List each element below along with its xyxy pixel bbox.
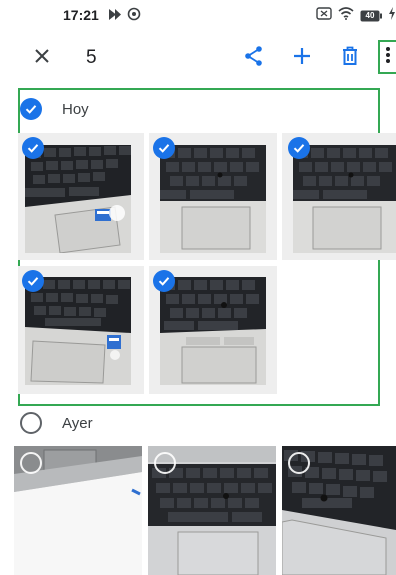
section-label: Hoy <box>62 100 89 118</box>
share-icon <box>244 45 264 72</box>
share-button[interactable] <box>240 44 268 72</box>
photo-tile[interactable] <box>18 266 144 394</box>
section-select-circle[interactable] <box>20 412 42 434</box>
add-icon <box>292 46 312 71</box>
photo-select-circle[interactable] <box>154 452 176 474</box>
status-time: 17:21 <box>63 7 99 23</box>
photo-select-check[interactable] <box>153 137 175 159</box>
section-header-today[interactable]: Hoy <box>20 97 89 121</box>
close-button[interactable] <box>28 44 56 72</box>
add-button[interactable] <box>288 44 316 72</box>
selected-count: 5 <box>86 47 97 68</box>
photo-tile[interactable] <box>149 133 277 260</box>
more-vertical-icon <box>385 46 391 69</box>
close-icon <box>34 48 50 69</box>
more-options-button[interactable] <box>378 40 396 74</box>
photo-keyboard-trackpoint <box>160 277 266 385</box>
photo-select-check[interactable] <box>22 137 44 159</box>
wifi-icon <box>338 7 354 25</box>
photo-tile[interactable] <box>18 133 144 260</box>
trash-icon <box>341 46 359 71</box>
delete-button[interactable] <box>336 44 364 72</box>
photo-select-check[interactable] <box>22 270 44 292</box>
photo-keyboard-closeup <box>293 145 396 253</box>
screenshot-icon <box>316 7 332 25</box>
selection-toolbar: 5 <box>0 38 396 78</box>
section-select-check[interactable] <box>20 98 42 120</box>
media-play-icon <box>108 8 122 26</box>
alarm-icon <box>127 7 141 26</box>
section-label: Ayer <box>62 414 93 432</box>
photo-tile[interactable] <box>282 446 396 575</box>
photo-select-circle[interactable] <box>288 452 310 474</box>
photo-tile[interactable] <box>149 266 277 394</box>
photo-keyboard-closeup <box>160 145 266 253</box>
photo-keyboard-with-sticker <box>25 145 131 253</box>
status-bar: 17:21 40 <box>0 0 396 30</box>
photo-tile[interactable] <box>282 133 396 260</box>
photo-tile[interactable] <box>14 446 142 575</box>
section-header-yesterday[interactable]: Ayer <box>20 411 93 435</box>
battery-icon: 40 <box>360 10 382 22</box>
charging-icon <box>388 7 396 25</box>
photo-select-check[interactable] <box>288 137 310 159</box>
battery-level: 40 <box>365 11 375 20</box>
photo-select-check[interactable] <box>153 270 175 292</box>
photo-tile[interactable] <box>148 446 276 575</box>
photo-select-circle[interactable] <box>20 452 42 474</box>
photo-keyboard-with-sticker <box>25 277 131 385</box>
